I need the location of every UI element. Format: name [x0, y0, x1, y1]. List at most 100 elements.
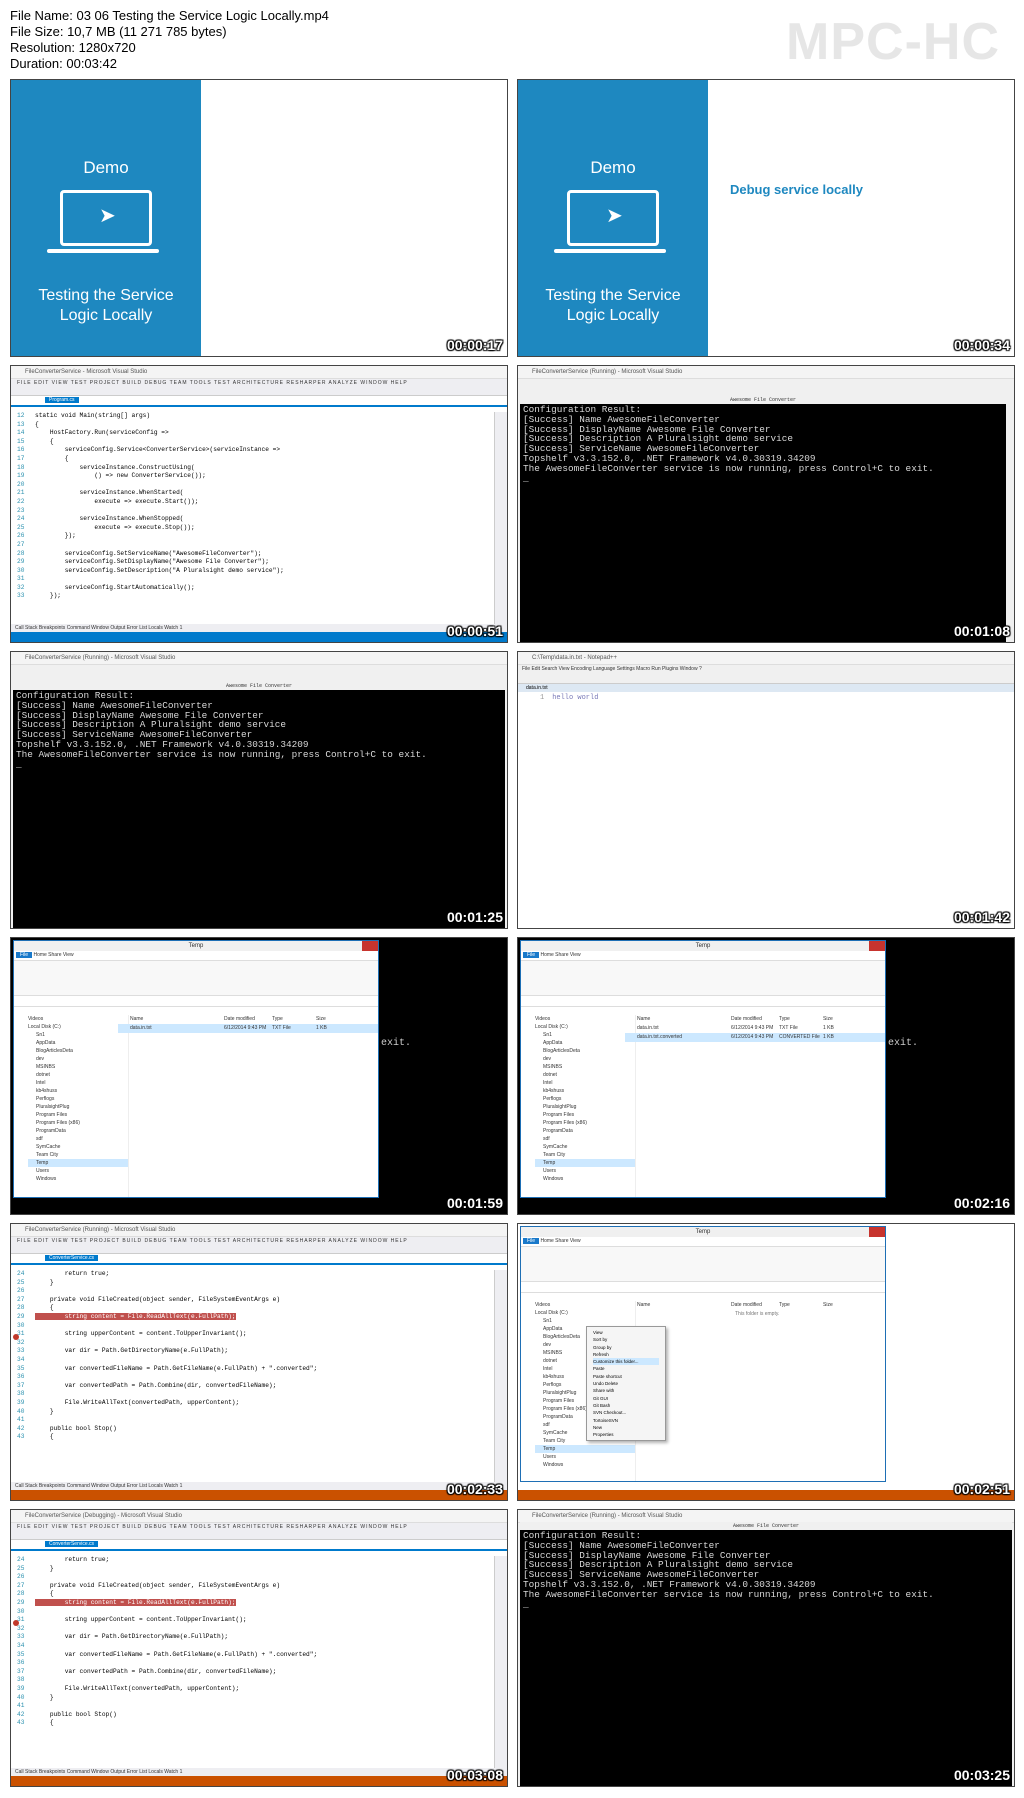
code-line[interactable]: 25 execute => execute.Stop());: [17, 524, 493, 533]
thumbnail-11[interactable]: FileConverterService (Debugging) - Micro…: [10, 1509, 508, 1787]
tree-item[interactable]: AppData: [535, 1039, 635, 1047]
tree-item[interactable]: Perflogs: [28, 1095, 128, 1103]
context-menu-item[interactable]: New: [593, 1424, 659, 1431]
code-line[interactable]: 24 serviceInstance.WhenStopped(: [17, 515, 493, 524]
code-line[interactable]: 40 }: [17, 1408, 493, 1417]
tree-item[interactable]: Local Disk (C:): [28, 1023, 128, 1031]
list-item[interactable]: data.in.txt 6/12/2014 9:43 PM TXT File 1 KB: [625, 1024, 885, 1033]
tree-item[interactable]: Temp: [535, 1445, 635, 1453]
code-line[interactable]: 21 serviceInstance.WhenStarted(: [17, 489, 493, 498]
code-line[interactable]: 39 File.WriteAllText(convertedPath, uppe…: [17, 1685, 493, 1694]
tree-item[interactable]: BlogArticlesDeta: [535, 1047, 635, 1055]
context-menu-item[interactable]: Undo Delete: [593, 1380, 659, 1387]
code-line[interactable]: 20: [17, 481, 493, 490]
ribbon[interactable]: [14, 961, 378, 996]
code-line[interactable]: 16 serviceConfig.Service<ConverterServic…: [17, 446, 493, 455]
code-line[interactable]: 29 string content = File.ReadAllText(e.F…: [17, 1598, 493, 1608]
code-line[interactable]: 13 {: [17, 421, 493, 430]
code-line[interactable]: 33 });: [17, 592, 493, 601]
console-window[interactable]: Awesome File Converter Configuration Res…: [520, 396, 1006, 642]
code-line[interactable]: 25 }: [17, 1279, 493, 1288]
tree-item[interactable]: Windows: [535, 1175, 635, 1183]
tree-item[interactable]: ProgramData: [28, 1127, 128, 1135]
code-line[interactable]: 28 {: [17, 1590, 493, 1599]
code-line[interactable]: 36: [17, 1373, 493, 1382]
tree-item[interactable]: PluralsightPlug: [535, 1103, 635, 1111]
ribbon-tabs[interactable]: File Home Share View: [14, 951, 378, 961]
code-line[interactable]: 27 private void FileCreated(object sende…: [17, 1296, 493, 1305]
code-line[interactable]: 24 return true;: [17, 1270, 493, 1279]
code-line[interactable]: 23: [17, 507, 493, 516]
tree-item[interactable]: dotnet: [28, 1071, 128, 1079]
context-menu-item[interactable]: Refresh: [593, 1351, 659, 1358]
file-list[interactable]: Name Date modified Type Size This folder is…: [625, 1301, 885, 1319]
context-menu-item[interactable]: Share with: [593, 1387, 659, 1394]
code-line[interactable]: 41: [17, 1702, 493, 1711]
tab-converter[interactable]: ConverterService.cs: [45, 1255, 99, 1261]
tree-item[interactable]: Users: [535, 1167, 635, 1175]
tree-item[interactable]: Temp: [28, 1159, 128, 1167]
code-line[interactable]: 28 serviceConfig.SetServiceName("Awesome…: [17, 550, 493, 559]
code-line[interactable]: 34: [17, 1642, 493, 1651]
thumbnail-12[interactable]: FileConverterService (Running) - Microso…: [517, 1509, 1015, 1787]
code-editor[interactable]: 24 return true; 25 } 26 27 private void Fil…: [11, 1556, 493, 1768]
tree-item[interactable]: Team City: [28, 1151, 128, 1159]
close-icon[interactable]: [362, 941, 378, 951]
explorer-window[interactable]: Temp File Home Share View Videos Local Di…: [520, 1226, 886, 1482]
tab-program[interactable]: Program.cs: [45, 397, 79, 403]
vs-toolbar[interactable]: [11, 387, 507, 396]
tree-item[interactable]: MSINBS: [535, 1063, 635, 1071]
tree-item[interactable]: Windows: [535, 1461, 635, 1469]
ribbon-tabs[interactable]: File Home Share View: [521, 951, 885, 961]
tree-item[interactable]: kb4shuss: [535, 1087, 635, 1095]
code-line[interactable]: 31 string upperContent = content.ToUpper…: [17, 1616, 493, 1625]
code-line[interactable]: 34: [17, 1356, 493, 1365]
code-line[interactable]: 36: [17, 1659, 493, 1668]
context-menu-item[interactable]: Git Bash: [593, 1402, 659, 1409]
tree-item[interactable]: Perflogs: [535, 1095, 635, 1103]
tree-item[interactable]: dev: [535, 1055, 635, 1063]
context-menu-item[interactable]: Git GUI: [593, 1395, 659, 1402]
code-line[interactable]: 42 public bool Stop(): [17, 1711, 493, 1720]
thumbnail-9[interactable]: FileConverterService (Running) - Microso…: [10, 1223, 508, 1501]
tree-item[interactable]: Local Disk (C:): [535, 1309, 635, 1317]
tree-item[interactable]: Users: [535, 1453, 635, 1461]
thumbnail-3[interactable]: FileConverterService - Microsoft Visual …: [10, 365, 508, 643]
code-line[interactable]: 15 {: [17, 438, 493, 447]
tree-item[interactable]: kb4shuss: [28, 1087, 128, 1095]
code-line[interactable]: 29 serviceConfig.SetDisplayName("Awesome…: [17, 558, 493, 567]
code-line[interactable]: 43 {: [17, 1719, 493, 1728]
console-window[interactable]: Awesome File Converter Configuration Res…: [520, 1522, 1012, 1786]
tree-item[interactable]: dotnet: [535, 1071, 635, 1079]
code-line[interactable]: 27 private void FileCreated(object sende…: [17, 1582, 493, 1591]
tree-item[interactable]: Local Disk (C:): [535, 1023, 635, 1031]
ribbon[interactable]: [521, 961, 885, 996]
context-menu-item[interactable]: Group by: [593, 1344, 659, 1351]
context-menu-item[interactable]: Customize this folder...: [593, 1358, 659, 1366]
tree-item[interactable]: BlogArticlesDeta: [28, 1047, 128, 1055]
solution-explorer-strip[interactable]: [494, 1270, 507, 1482]
context-menu-item[interactable]: SVN Checkout...: [593, 1409, 659, 1416]
code-line[interactable]: 19 () => new ConverterService());: [17, 472, 493, 481]
code-line[interactable]: 14 HostFactory.Run(serviceConfig =>: [17, 429, 493, 438]
tree-item[interactable]: Users: [28, 1167, 128, 1175]
notepad-tab[interactable]: data.in.txt: [518, 684, 1014, 692]
tree-item[interactable]: Sn1: [28, 1031, 128, 1039]
console-window[interactable]: Awesome File Converter Configuration Res…: [13, 682, 505, 928]
thumbnail-5[interactable]: FileConverterService (Running) - Microso…: [10, 651, 508, 929]
vs-editor-tabs[interactable]: ConverterService.cs: [11, 1540, 507, 1551]
code-line[interactable]: 12 static void Main(string[] args): [17, 412, 493, 421]
code-line[interactable]: 29 string content = File.ReadAllText(e.F…: [17, 1312, 493, 1322]
tree-item[interactable]: MSINBS: [28, 1063, 128, 1071]
tree-item[interactable]: Intel: [535, 1079, 635, 1087]
tree-item[interactable]: Videos: [28, 1015, 128, 1023]
code-line[interactable]: 42 public bool Stop(): [17, 1425, 493, 1434]
code-line[interactable]: 35 var convertedFileName = Path.GetFileN…: [17, 1365, 493, 1374]
code-line[interactable]: 37 var convertedPath = Path.Combine(dir,…: [17, 1668, 493, 1677]
tree-item[interactable]: Program Files (x86): [28, 1119, 128, 1127]
thumbnail-4[interactable]: FileConverterService (Running) - Microso…: [517, 365, 1015, 643]
explorer-window[interactable]: Temp File Home Share View Videos Local Di…: [520, 940, 886, 1198]
code-line[interactable]: 33 var dir = Path.GetDirectoryName(e.Ful…: [17, 1347, 493, 1356]
vs-editor-tabs[interactable]: Program.cs: [11, 396, 507, 407]
tree-item[interactable]: SymCache: [28, 1143, 128, 1151]
